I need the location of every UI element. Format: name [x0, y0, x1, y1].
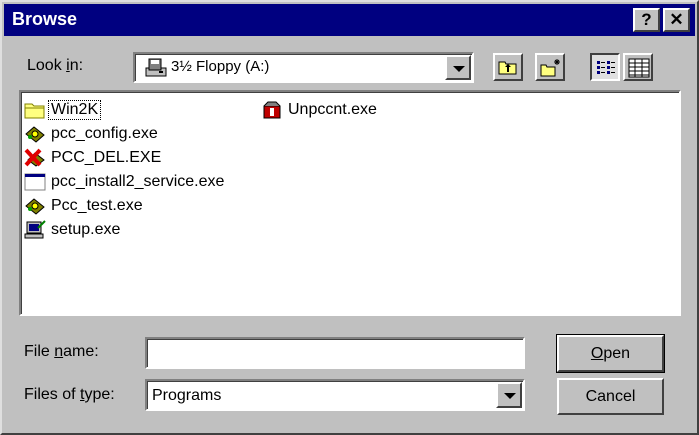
list-item-pcc-del[interactable]: PCC_DEL.EXE: [24, 146, 163, 170]
list-item-pcc-install2-service[interactable]: pcc_install2_service.exe: [24, 170, 226, 194]
file-name-field[interactable]: [145, 337, 525, 369]
close-button[interactable]: ✕: [663, 8, 690, 32]
up-one-level-button[interactable]: [493, 53, 523, 81]
look-in-dropdown[interactable]: 3½ Floppy (A:): [133, 52, 474, 83]
list-item-pcc-config[interactable]: pcc_config.exe: [24, 122, 160, 146]
create-new-folder-button[interactable]: [535, 53, 565, 81]
look-in-dropdown-arrow[interactable]: [445, 55, 471, 80]
details-view-icon: [628, 58, 650, 83]
files-of-type-dropdown[interactable]: Programs: [145, 379, 525, 411]
browse-dialog: Browse ? ✕ Look in: 3½ Floppy (A:) Win2K…: [0, 0, 699, 435]
look-in-label: Look in:: [27, 57, 84, 74]
list-item-pcc-test[interactable]: Pcc_test.exe: [24, 194, 145, 218]
cancel-button[interactable]: Cancel: [557, 378, 664, 415]
floppy-drive-icon: [145, 58, 167, 78]
list-view-icon: [596, 59, 616, 82]
list-item-unpccnt[interactable]: Unpccnt.exe: [261, 98, 379, 122]
window-title: Browse: [12, 9, 78, 29]
exe-gear-icon: [24, 196, 46, 216]
help-button[interactable]: ?: [633, 8, 660, 32]
open-button[interactable]: Open: [556, 334, 665, 373]
up-folder-icon: [498, 58, 518, 81]
list-item-folder-win2k[interactable]: Win2K: [24, 98, 102, 122]
exe-gear-icon: [24, 124, 46, 144]
title-bar[interactable]: Browse ? ✕: [4, 4, 695, 36]
new-folder-icon: [540, 58, 562, 83]
look-in-value: 3½ Floppy (A:): [171, 58, 270, 75]
files-of-type-label: Files of type:: [24, 386, 115, 403]
file-name-label: File name:: [24, 343, 99, 360]
setup-computer-icon: [24, 220, 46, 240]
file-list[interactable]: Win2K pcc_config.exe PCC_DEL.EXE pcc_ins…: [19, 90, 681, 316]
app-window-icon: [24, 172, 46, 192]
folder-icon: [24, 100, 46, 120]
file-name-input[interactable]: [147, 339, 523, 367]
delete-x-icon: [24, 148, 46, 168]
files-of-type-dropdown-arrow[interactable]: [496, 382, 522, 408]
list-item-setup[interactable]: setup.exe: [24, 218, 122, 242]
unpccnt-package-icon: [261, 100, 283, 120]
details-view-button[interactable]: [623, 53, 653, 81]
list-view-button[interactable]: [590, 53, 620, 81]
files-of-type-value: Programs: [152, 387, 222, 404]
